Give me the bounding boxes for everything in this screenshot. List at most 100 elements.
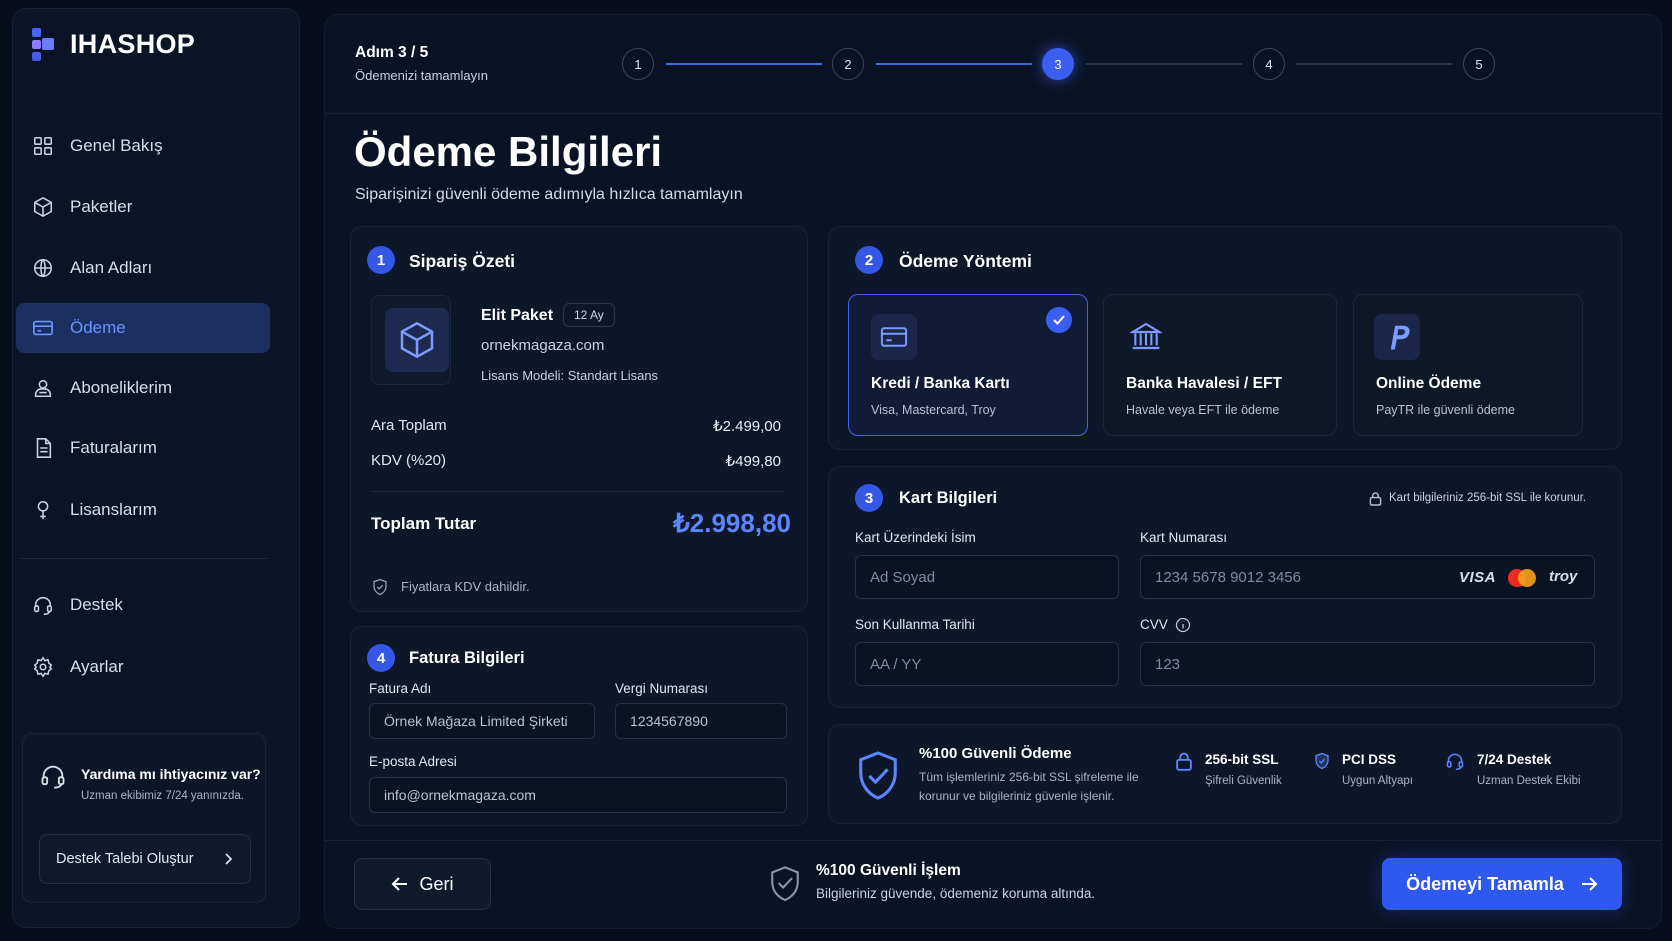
duration-badge: 12 Ay: [563, 303, 615, 327]
vat-note: Fiyatlara KDV dahildir.: [401, 579, 530, 594]
create-ticket-label: Destek Talebi Oluştur: [56, 851, 194, 867]
sidebar-item-odeme[interactable]: Ödeme: [16, 303, 270, 353]
page-subtitle: Siparişinizi güvenli ödeme adımıyla hızl…: [355, 186, 743, 203]
license-icon: [32, 499, 54, 521]
chevron-right-icon: [222, 852, 234, 866]
total-value: ₺2.998,80: [673, 508, 791, 538]
invoice-name-label: Fatura Adı: [369, 681, 432, 696]
payment-option-sub: Visa, Mastercard, Troy: [871, 403, 996, 417]
bank-icon: [1130, 321, 1162, 351]
step-3[interactable]: 3: [1042, 48, 1074, 80]
total-label: Toplam Tutar: [371, 514, 477, 533]
mastercard-logo-icon: [1507, 568, 1537, 588]
expiry-input[interactable]: AA / YY: [855, 642, 1119, 686]
sidebar-item-label: Paketler: [70, 197, 133, 216]
invoice-icon: [32, 437, 54, 459]
section-badge: 4: [367, 644, 395, 672]
visa-logo-icon: VISA: [1459, 569, 1497, 586]
sidebar-item-alan-adlari[interactable]: Alan Adları: [16, 243, 270, 293]
product-license: Lisans Modeli: Standart Lisans: [481, 368, 659, 383]
feature-title: 7/24 Destek: [1477, 752, 1552, 767]
email-input[interactable]: info@ornekmagaza.com: [369, 777, 787, 813]
sidebar-item-label: Genel Bakış: [70, 136, 163, 155]
credit-card-icon: [32, 317, 54, 339]
step-5[interactable]: 5: [1463, 48, 1495, 80]
invoice-title: Fatura Bilgileri: [409, 649, 525, 667]
order-summary-card: 1 Sipariş Özeti Elit Paket 12 Ay ornekma…: [350, 226, 808, 612]
grid-icon: [32, 135, 54, 157]
payment-option-bank[interactable]: Banka Havalesi / EFT Havale veya EFT ile…: [1103, 294, 1337, 436]
package-icon: [385, 308, 449, 372]
sidebar-item-faturalarim[interactable]: Faturalarım: [16, 423, 270, 473]
tax-number-label: Vergi Numarası: [615, 681, 709, 696]
sidebar-item-label: Aboneliklerim: [70, 378, 173, 397]
back-button[interactable]: Geri: [354, 858, 491, 910]
card-details-title: Kart Bilgileri: [899, 489, 998, 507]
step-4[interactable]: 4: [1253, 48, 1285, 80]
sidebar-item-lisanslarim[interactable]: Lisanslarım: [16, 485, 270, 535]
ssl-note: Kart bilgileriniz 256-bit SSL ile korunu…: [1389, 492, 1587, 504]
security-title: %100 Güvenli Ödeme: [919, 745, 1072, 762]
credit-card-icon: [871, 314, 917, 360]
sidebar-item-genel-bakis[interactable]: Genel Bakış: [16, 121, 270, 171]
feature-sub: Uzman Destek Ekibi: [1477, 775, 1581, 787]
sidebar-item-paketler[interactable]: Paketler: [16, 182, 270, 232]
tax-number-input[interactable]: 1234567890: [615, 703, 787, 739]
sidebar-item-destek[interactable]: Destek: [16, 580, 270, 630]
check-icon: [1046, 307, 1072, 333]
shield-check-icon: [768, 864, 802, 902]
security-line-1: Tüm işlemleriniz 256-bit SSL şifreleme i…: [919, 770, 1139, 784]
tax-label: KDV (%20): [371, 452, 447, 469]
invoice-name-input[interactable]: Örnek Mağaza Limited Şirketi: [369, 703, 595, 739]
cvv-input[interactable]: 123: [1140, 642, 1595, 686]
complete-payment-button[interactable]: Ödemeyi Tamamla: [1382, 858, 1622, 910]
card-name-input[interactable]: Ad Soyad: [855, 555, 1119, 599]
product-name: Elit Paket: [481, 307, 554, 324]
card-number-placeholder: 1234 5678 9012 3456: [1155, 568, 1301, 586]
brand-logo[interactable]: IHASHOP: [30, 26, 195, 62]
feature-sub: Şifreli Güvenlik: [1205, 775, 1282, 787]
payment-option-card[interactable]: Kredi / Banka Kartı Visa, Mastercard, Tr…: [848, 294, 1088, 436]
cvv-label: CVV: [1140, 617, 1168, 632]
sidebar-item-label: Alan Adları: [70, 258, 153, 277]
security-card: %100 Güvenli Ödeme Tüm işlemleriniz 256-…: [828, 724, 1622, 824]
payment-method-title: Ödeme Yöntemi: [899, 251, 1032, 271]
sidebar-item-ayarlar[interactable]: Ayarlar: [16, 642, 270, 692]
step-connector: [1086, 63, 1242, 65]
help-title: Yardıma mı ihtiyacınız var?: [81, 766, 261, 782]
sidebar-divider: [20, 558, 268, 559]
shield-check-icon: [371, 577, 389, 597]
subscription-icon: [32, 377, 54, 399]
troy-logo-icon: troy: [1549, 568, 1578, 585]
lock-icon: [1175, 751, 1193, 771]
payment-option-online[interactable]: Online Ödeme PayTR ile güvenli ödeme: [1353, 294, 1583, 436]
section-badge: 1: [367, 246, 395, 274]
secure-transaction-sub: Bilgileriniz güvende, ödemeniz koruma al…: [816, 886, 1096, 901]
create-ticket-button[interactable]: Destek Talebi Oluştur: [39, 834, 251, 884]
payment-option-sub: PayTR ile güvenli ödeme: [1376, 403, 1515, 417]
sidebar-item-label: Ödeme: [70, 318, 126, 337]
sidebar-item-aboneliklerim[interactable]: Aboneliklerim: [16, 363, 270, 413]
security-line-2: korunur ve bilgileriniz güvenle işlenir.: [919, 789, 1115, 803]
page-title: Ödeme Bilgileri: [354, 128, 663, 175]
paytr-logo-icon: [1374, 314, 1420, 360]
email-label: E-posta Adresi: [369, 754, 457, 769]
step-1[interactable]: 1: [622, 48, 654, 80]
headset-icon: [32, 594, 54, 616]
logo-icon: [30, 26, 56, 62]
card-name-label: Kart Üzerindeki İsim: [855, 530, 976, 545]
section-badge: 3: [855, 484, 883, 512]
sidebar-item-label: Ayarlar: [70, 657, 124, 676]
summary-divider: [371, 491, 783, 492]
help-subtitle: Uzman ekibimiz 7/24 yanınızda.: [81, 790, 244, 802]
step-2[interactable]: 2: [832, 48, 864, 80]
complete-payment-label: Ödemeyi Tamamla: [1406, 873, 1564, 894]
step-connector: [666, 63, 822, 65]
gear-icon: [32, 656, 54, 678]
card-details-card: 3 Kart Bilgileri Kart bilgileriniz 256-b…: [828, 466, 1622, 708]
payment-option-sub: Havale veya EFT ile ödeme: [1126, 403, 1280, 417]
help-card: Yardıma mı ihtiyacınız var? Uzman ekibim…: [22, 733, 266, 903]
shield-check-icon: [1313, 751, 1331, 771]
headset-icon: [39, 762, 67, 790]
info-icon[interactable]: [1175, 617, 1191, 633]
